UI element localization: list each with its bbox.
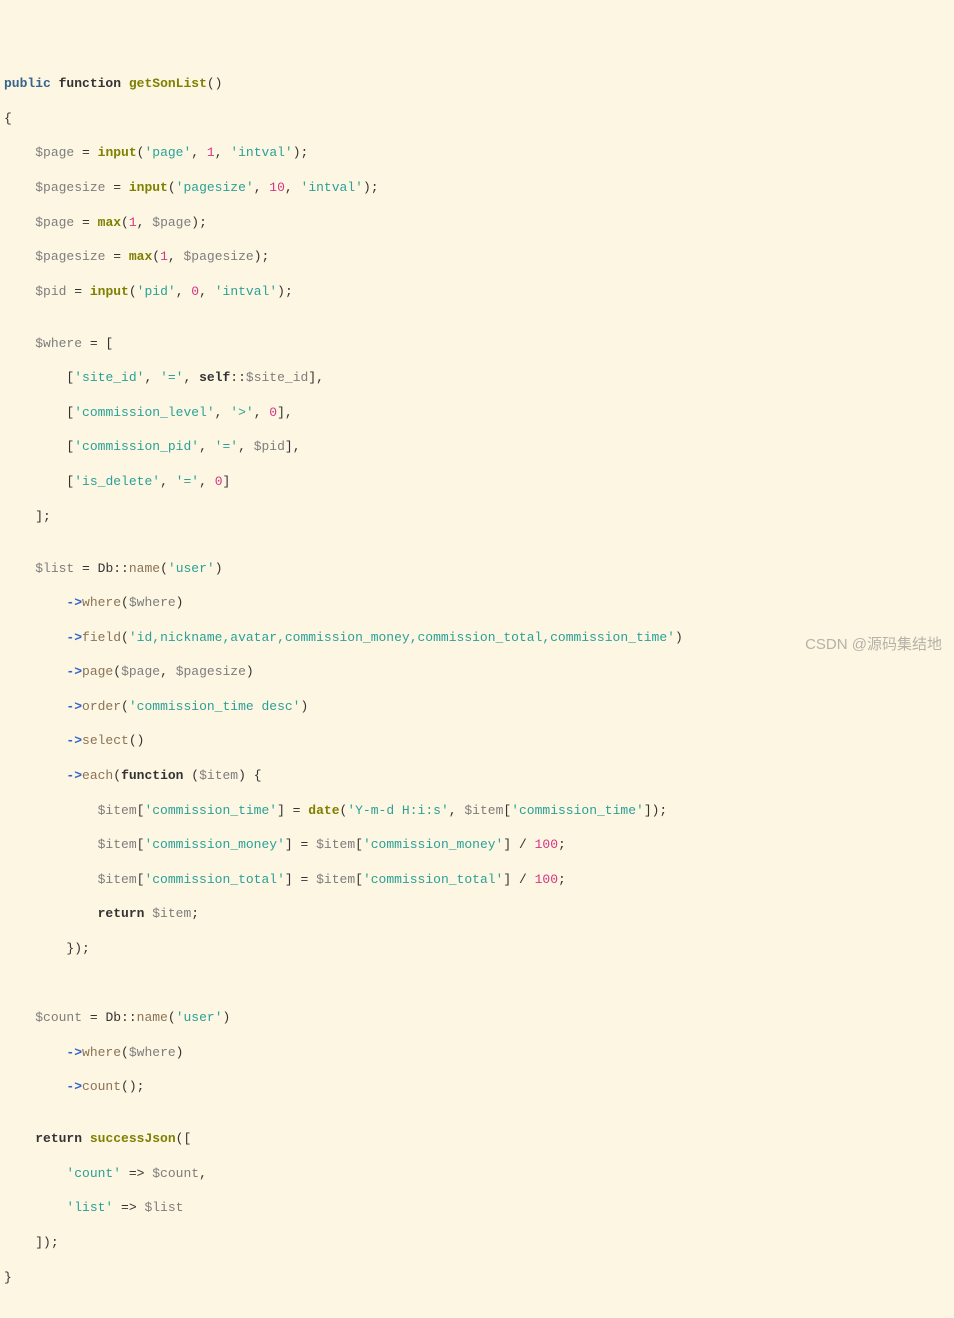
keyword-function: function <box>59 76 121 91</box>
fn-successjson: successJson <box>90 1131 176 1146</box>
function-name: getSonList <box>129 76 207 91</box>
code-block: public function getSonList() { $page = i… <box>4 75 950 1286</box>
keyword-self: self <box>199 370 230 385</box>
watermark: CSDN @源码集结地 <box>805 636 942 653</box>
var-pagesize: $pagesize <box>35 180 105 195</box>
fn-date: date <box>308 803 339 818</box>
parens: () <box>207 76 223 91</box>
keyword-return: return <box>98 906 145 921</box>
keyword-function-inner: function <box>121 768 183 783</box>
class-db: Db <box>98 561 114 576</box>
var-count: $count <box>35 1010 82 1025</box>
fn-input: input <box>98 145 137 160</box>
fn-max: max <box>98 215 121 230</box>
var-pid: $pid <box>35 284 66 299</box>
brace-open: { <box>4 111 12 126</box>
keyword-public: public <box>4 76 51 91</box>
brace-close: } <box>4 1270 12 1285</box>
arrow: -> <box>66 595 82 610</box>
var-list: $list <box>35 561 74 576</box>
var-where: $where <box>35 336 82 351</box>
var-page: $page <box>35 145 74 160</box>
